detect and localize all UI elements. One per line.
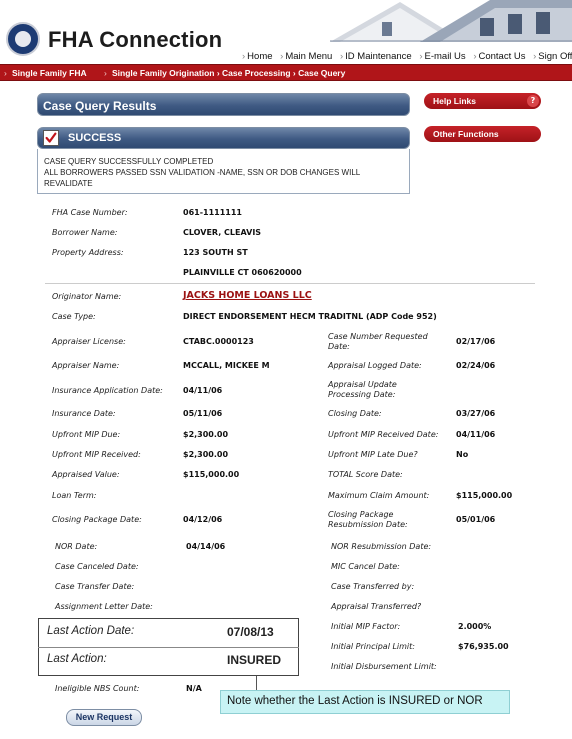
appraisal-update-label: Appraisal Update Processing Date: [328, 380, 397, 399]
success-line: REVALIDATE [44, 179, 93, 188]
closing-package-value: 04/12/06 [183, 515, 223, 524]
upfront-mip-due-value: $2,300.00 [183, 430, 229, 439]
nav-separator: › [419, 51, 423, 62]
address-line-2: PLAINVILLE CT 060620000 [183, 268, 302, 277]
breadcrumb-path[interactable]: Single Family Origination › Case Process… [112, 68, 345, 78]
fha-case-number-label: FHA Case Number: [52, 208, 128, 217]
breadcrumb-bar: › Single Family FHA › Single Family Orig… [0, 64, 572, 81]
success-line: CASE QUERY SUCCESSFULLY COMPLETED [44, 157, 214, 166]
success-title: SUCCESS [68, 132, 122, 144]
nav-sign-off[interactable]: Sign Off [538, 51, 572, 62]
nav-email-us[interactable]: E-mail Us [425, 51, 466, 62]
nor-resubmission-label: NOR Resubmission Date: [331, 542, 432, 551]
originator-label: Originator Name: [52, 292, 122, 301]
appraisal-logged-label: Appraisal Logged Date: [328, 361, 422, 370]
checkmark-icon [43, 130, 59, 146]
section-divider [45, 283, 535, 284]
assignment-letter-label: Assignment Letter Date: [55, 602, 153, 611]
nav-main-menu[interactable]: Main Menu [285, 51, 332, 62]
new-request-button[interactable]: New Request [66, 709, 142, 726]
ineligible-nbs-label: Ineligible NBS Count: [55, 684, 140, 693]
maximum-claim-value: $115,000.00 [456, 491, 513, 500]
case-type-value: DIRECT ENDORSEMENT HECM TRADITNL (ADP Co… [183, 312, 437, 321]
nav-separator: › [280, 51, 284, 62]
nav-separator: › [473, 51, 477, 62]
closing-date-value: 03/27/06 [456, 409, 496, 418]
appraiser-name-label: Appraiser Name: [52, 361, 120, 370]
case-number-requested-label: Case Number Requested Date: [328, 332, 428, 351]
appraiser-name-value: MCCALL, MICKEE M [183, 361, 270, 370]
appraiser-license-label: Appraiser License: [52, 337, 126, 346]
top-nav: › Home › Main Menu › ID Maintenance › E-mail… [237, 51, 572, 62]
nav-contact-us[interactable]: Contact Us [478, 51, 525, 62]
case-transferred-by-label: Case Transferred by: [331, 582, 415, 591]
upfront-mip-late-label: Upfront MIP Late Due? [328, 450, 418, 459]
appraiser-license-value: CTABC.0000123 [183, 337, 254, 346]
fha-case-number-value: 061-1111111 [183, 208, 242, 217]
upfront-mip-late-value: No [456, 450, 469, 459]
address-line-1: 123 SOUTH ST [183, 248, 248, 257]
case-transfer-label: Case Transfer Date: [55, 582, 135, 591]
nav-separator: › [533, 51, 537, 62]
maximum-claim-label: Maximum Claim Amount: [328, 491, 430, 500]
hud-seal-center [15, 31, 31, 47]
nor-date-label: NOR Date: [55, 542, 98, 551]
ineligible-nbs-value: N/A [186, 684, 202, 693]
closing-resubmission-label: Closing Package Resubmission Date: [328, 510, 408, 529]
insurance-date-label: Insurance Date: [52, 409, 116, 418]
breadcrumb-tick: › [4, 68, 7, 78]
closing-package-label: Closing Package Date: [52, 515, 142, 524]
results-title: Case Query Results [37, 93, 410, 116]
house-banner-image [330, 0, 572, 42]
insurance-application-label: Insurance Application Date: [52, 386, 163, 395]
borrower-label: Borrower Name: [52, 228, 118, 237]
last-action-label: Last Action: [47, 653, 107, 665]
last-action-divider [38, 647, 299, 648]
other-functions-button[interactable]: Other Functions [424, 126, 541, 142]
case-type-label: Case Type: [52, 312, 96, 321]
annotation-callout: Note whether the Last Action is INSURED … [220, 690, 510, 714]
last-action-date-label: Last Action Date: [47, 625, 135, 637]
upfront-mip-received-date-label: Upfront MIP Received Date: [328, 430, 439, 439]
initial-mip-factor-label: Initial MIP Factor: [331, 622, 401, 631]
appraised-value: $115,000.00 [183, 470, 240, 479]
last-action-date-value: 07/08/13 [227, 625, 274, 639]
nav-home[interactable]: Home [247, 51, 272, 62]
originator-link[interactable]: JACKS HOME LOANS LLC [183, 290, 312, 301]
borrower-value: CLOVER, CLEAVIS [183, 228, 262, 237]
last-action-value: INSURED [227, 653, 282, 667]
insurance-date-value: 05/11/06 [183, 409, 223, 418]
property-address-label: Property Address: [52, 248, 124, 257]
case-canceled-label: Case Canceled Date: [55, 562, 139, 571]
initial-mip-factor-value: 2.000% [458, 622, 492, 631]
initial-disbursement-limit-label: Initial Disbursement Limit: [331, 662, 437, 671]
upfront-mip-received-label: Upfront MIP Received: [52, 450, 141, 459]
nav-separator: › [242, 51, 246, 62]
upfront-mip-received-value: $2,300.00 [183, 450, 229, 459]
initial-principal-limit-value: $76,935.00 [458, 642, 509, 651]
breadcrumb-tick: › [104, 68, 107, 78]
nav-separator: › [339, 51, 344, 62]
loan-term-label: Loan Term: [52, 491, 97, 500]
help-links-button[interactable]: Help Links [424, 93, 541, 109]
initial-principal-limit-label: Initial Principal Limit: [331, 642, 415, 651]
breadcrumb-single-family-fha[interactable]: Single Family FHA [12, 68, 87, 78]
appraisal-logged-value: 02/24/06 [456, 361, 496, 370]
logo-text: FHA Connection [48, 27, 223, 52]
upfront-mip-received-date-value: 04/11/06 [456, 430, 496, 439]
callout-pointer [256, 676, 257, 690]
insurance-application-value: 04/11/06 [183, 386, 223, 395]
nav-id-maintenance[interactable]: ID Maintenance [345, 51, 412, 62]
appraised-value-label: Appraised Value: [52, 470, 120, 479]
closing-resubmission-value: 05/01/06 [456, 515, 496, 524]
upfront-mip-due-label: Upfront MIP Due: [52, 430, 121, 439]
closing-date-label: Closing Date: [328, 409, 382, 418]
mic-cancel-label: MIC Cancel Date: [331, 562, 400, 571]
case-number-requested-value: 02/17/06 [456, 337, 496, 346]
appraisal-transferred-label: Appraisal Transferred? [331, 602, 422, 611]
success-line: ALL BORROWERS PASSED SSN VALIDATION -NAM… [44, 168, 361, 177]
question-icon[interactable]: ? [527, 95, 539, 107]
nor-date-value: 04/14/06 [186, 542, 226, 551]
total-score-date-label: TOTAL Score Date: [328, 470, 403, 479]
